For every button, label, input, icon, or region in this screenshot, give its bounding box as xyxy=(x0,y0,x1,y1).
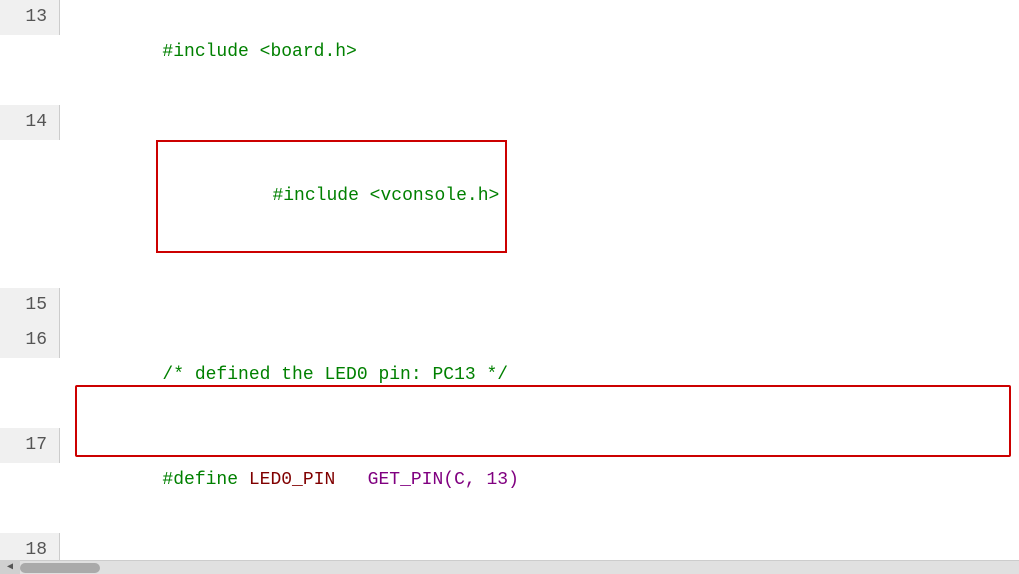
scrollbar-thumb[interactable] xyxy=(20,563,100,573)
line-number-14: 14 xyxy=(0,105,60,140)
line-number-15: 15 xyxy=(0,288,60,323)
line-number-16: 16 xyxy=(0,323,60,358)
scroll-left-arrow[interactable]: ◀ xyxy=(0,560,20,574)
horizontal-scrollbar[interactable]: ◀ xyxy=(0,560,1019,574)
code-area: 13 #include <board.h> 14 #include <vcons… xyxy=(0,0,1019,574)
line-content-13: #include <board.h> xyxy=(60,0,1019,105)
code-line-16: 16 /* defined the LED0 pin: PC13 */ xyxy=(0,323,1019,428)
line-content-16: /* defined the LED0 pin: PC13 */ xyxy=(60,323,1019,428)
code-line-14: 14 #include <vconsole.h> xyxy=(0,105,1019,288)
code-line-13: 13 #include <board.h> xyxy=(0,0,1019,105)
line-content-14: #include <vconsole.h> xyxy=(60,105,1019,288)
token-define: #define xyxy=(162,470,248,490)
code-line-17: 17 #define LED0_PIN GET_PIN(C, 13) xyxy=(0,428,1019,533)
include-vconsole-highlight: #include <vconsole.h> xyxy=(156,140,507,253)
token: #include <board.h> xyxy=(162,42,356,62)
code-line-15: 15 xyxy=(0,288,1019,323)
token-vconsole: <vconsole.h> xyxy=(370,186,500,206)
line-number-13: 13 xyxy=(0,0,60,35)
line-content-17: #define LED0_PIN GET_PIN(C, 13) xyxy=(60,428,1019,533)
token-comment-16: /* defined the LED0 pin: PC13 */ xyxy=(162,365,508,385)
token-spaces xyxy=(335,470,367,490)
line-number-17: 17 xyxy=(0,428,60,463)
editor-container: 13 #include <board.h> 14 #include <vcons… xyxy=(0,0,1019,574)
token-include: #include xyxy=(272,186,369,206)
token-led0-pin: LED0_PIN xyxy=(249,470,335,490)
token-get-pin: GET_PIN(C, 13) xyxy=(368,470,519,490)
